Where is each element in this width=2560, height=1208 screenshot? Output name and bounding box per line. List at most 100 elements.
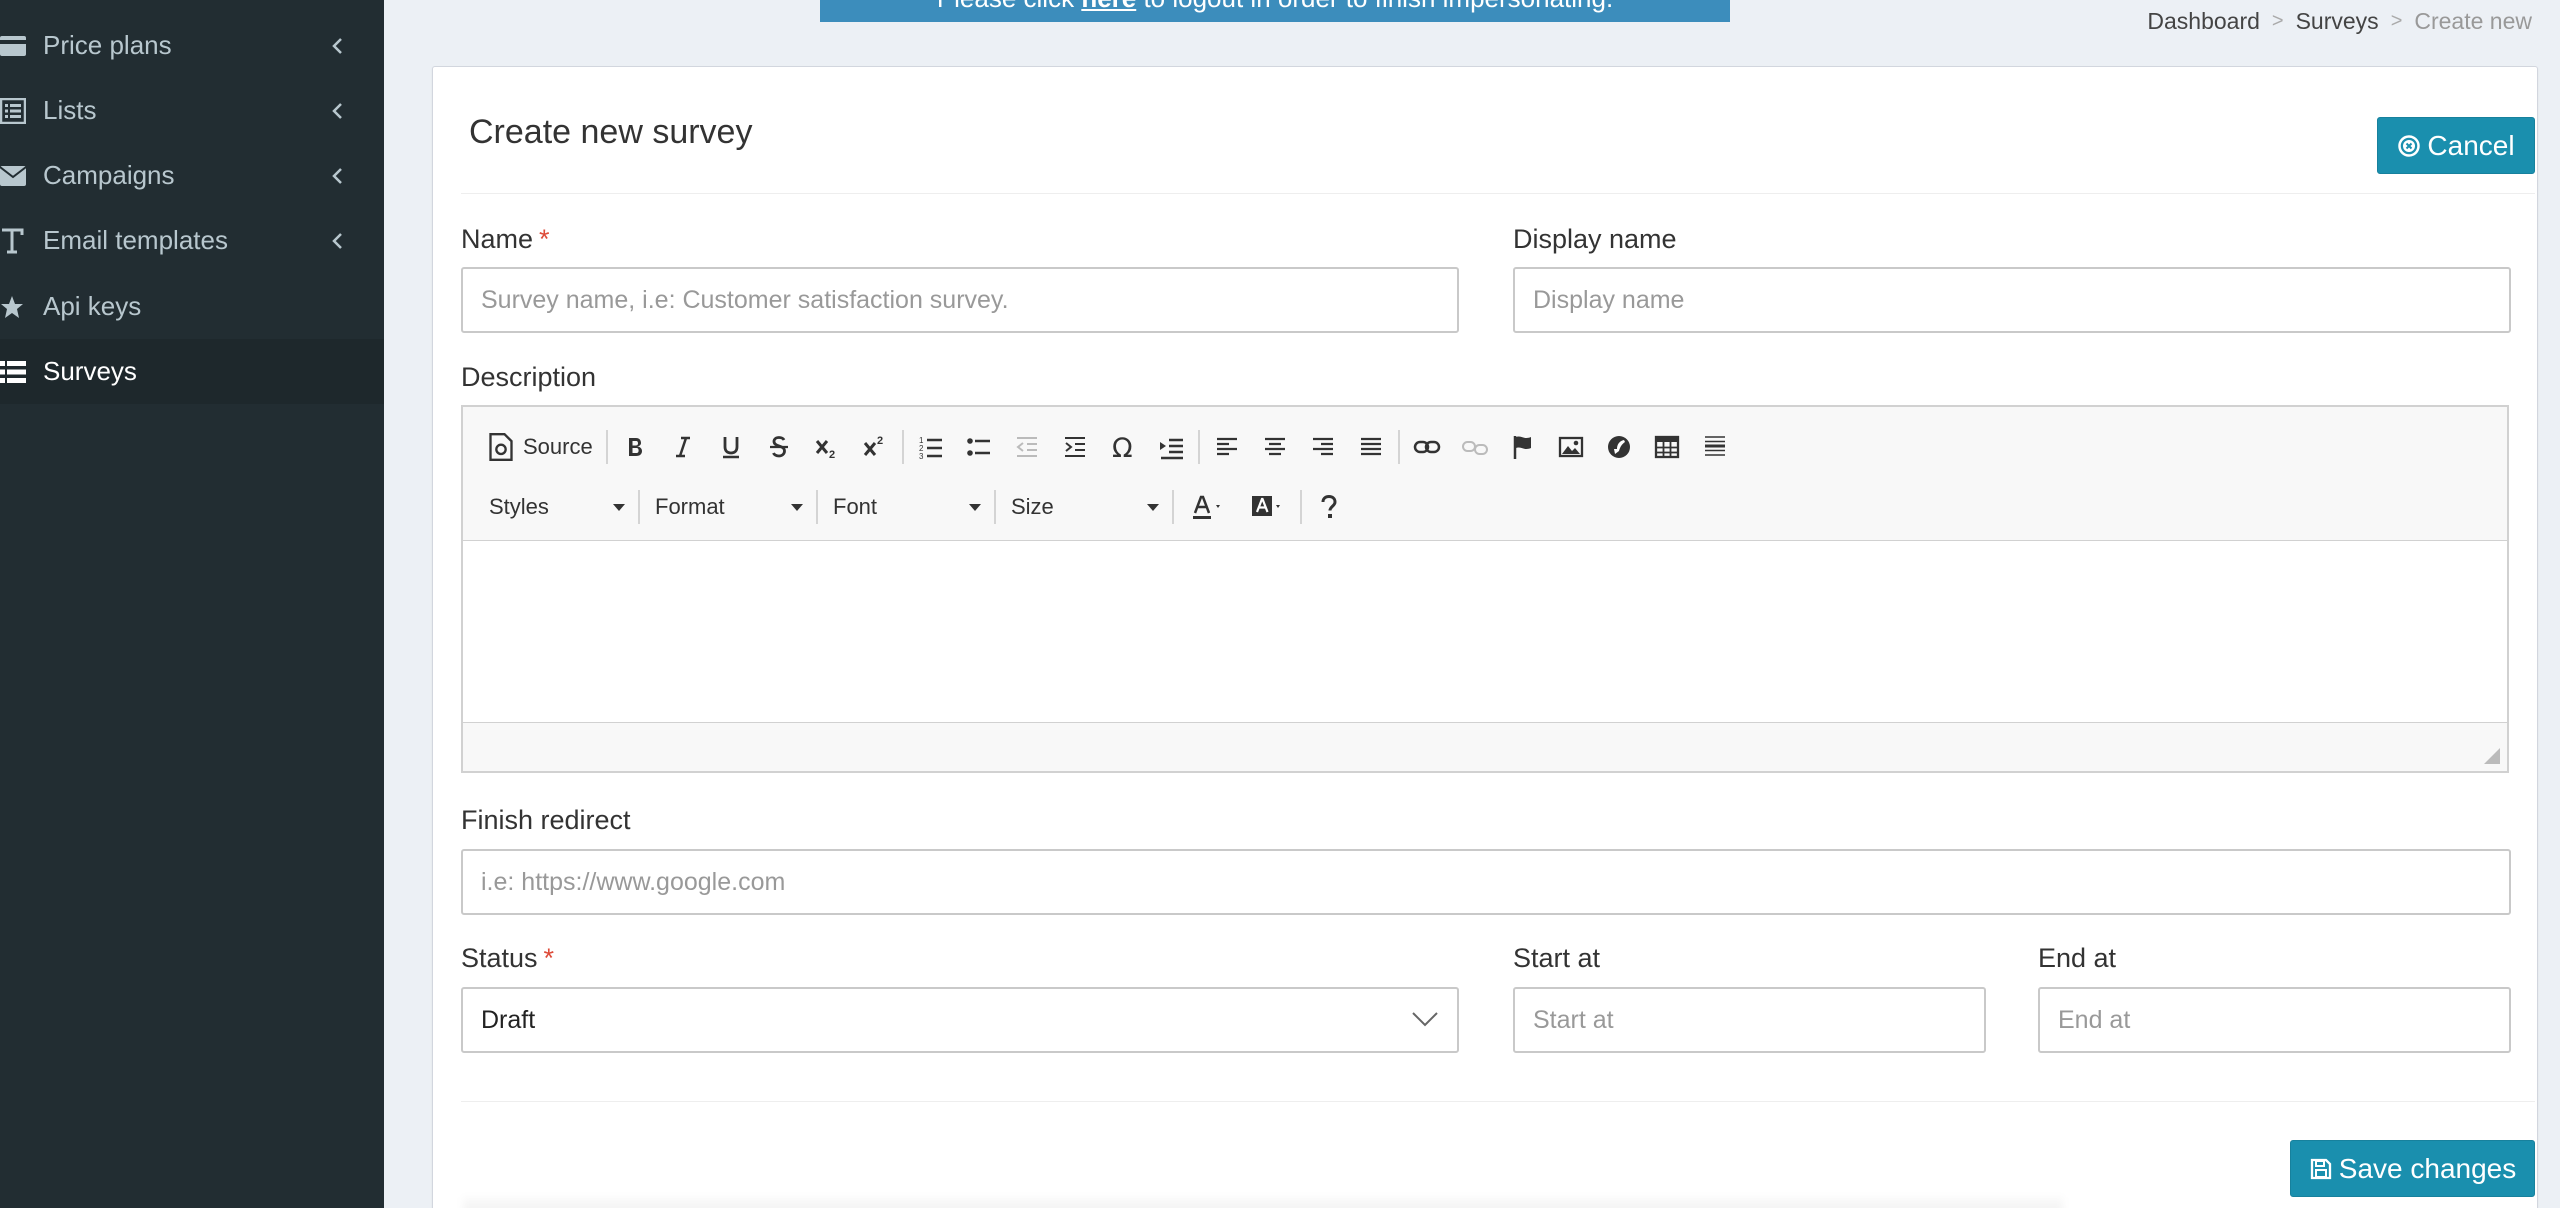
align-right-icon — [1312, 437, 1333, 456]
anchor-button[interactable] — [1499, 425, 1547, 469]
source-icon — [489, 433, 513, 461]
subscript-button[interactable]: 2 — [803, 425, 851, 469]
resize-grip-icon[interactable] — [2483, 747, 2501, 765]
svg-text:2: 2 — [829, 449, 835, 461]
sidebar-item-lists[interactable]: Lists — [0, 78, 384, 143]
status-select[interactable]: Draft — [461, 987, 1459, 1053]
blockquote-icon — [1159, 438, 1183, 460]
horizontal-rule-icon — [1704, 436, 1725, 456]
size-dropdown[interactable]: Size — [999, 485, 1169, 529]
toolbar-separator — [638, 490, 640, 524]
svg-text:Ω: Ω — [1112, 433, 1133, 461]
chevron-left-icon — [332, 167, 342, 184]
source-button[interactable]: Source — [477, 425, 603, 469]
sidebar-item-api-keys[interactable]: Api keys — [0, 274, 384, 339]
bulleted-list-button[interactable] — [955, 425, 1003, 469]
horizontal-line-button[interactable] — [1691, 425, 1739, 469]
sidebar-item-price-plans[interactable]: Price plans — [0, 13, 384, 78]
name-input[interactable]: Survey name, i.e: Customer satisfaction … — [461, 267, 1459, 333]
finish-redirect-input[interactable]: i.e: https://www.google.com — [461, 849, 2511, 915]
breadcrumb-dashboard[interactable]: Dashboard — [2147, 8, 2260, 35]
background-color-button[interactable] — [1237, 485, 1297, 529]
text-color-button[interactable] — [1177, 485, 1237, 529]
flash-icon — [1607, 436, 1630, 458]
description-label: Description — [461, 362, 597, 392]
name-label: Name * — [461, 224, 550, 255]
logout-link[interactable]: here — [1081, 0, 1136, 13]
outdent-icon — [1016, 437, 1037, 457]
toolbar-separator — [994, 490, 996, 524]
flash-button[interactable] — [1595, 425, 1643, 469]
editor-toolbar-row-1: Source 2 2 123 Ω — [477, 423, 1739, 471]
chevron-left-icon — [332, 102, 342, 119]
superscript-button[interactable]: 2 — [851, 425, 899, 469]
editor-content-area[interactable] — [463, 540, 2507, 723]
decrease-indent-button[interactable] — [1003, 425, 1051, 469]
page-title: Create new survey — [469, 113, 753, 151]
impersonation-notice: Please click here to logout in order to … — [820, 0, 1730, 22]
font-dropdown[interactable]: Font — [821, 485, 991, 529]
status-value: Draft — [481, 1005, 536, 1034]
display-name-label: Display name — [1513, 224, 1677, 254]
sidebar-item-campaigns[interactable]: Campaigns — [0, 143, 384, 208]
sidebar-item-email-templates[interactable]: Email templates — [0, 208, 384, 273]
underline-icon — [722, 437, 739, 459]
bulleted-list-icon — [966, 438, 990, 456]
styles-dropdown[interactable]: Styles — [477, 485, 635, 529]
editor-toolbar-row-2: Styles Format Font Size — [477, 483, 1353, 531]
background-color-icon — [1252, 496, 1280, 516]
justify-button[interactable] — [1347, 425, 1395, 469]
table-button[interactable] — [1643, 425, 1691, 469]
strikethrough-button[interactable] — [755, 425, 803, 469]
numbered-list-button[interactable]: 123 — [907, 425, 955, 469]
cancel-button[interactable]: Cancel — [2377, 117, 2535, 174]
link-icon — [1413, 440, 1440, 454]
align-justify-icon — [1360, 437, 1381, 456]
toolbar-separator — [1397, 430, 1400, 464]
bold-button[interactable] — [611, 425, 659, 469]
format-dropdown[interactable]: Format — [643, 485, 813, 529]
bold-icon — [628, 438, 642, 456]
text-icon — [0, 226, 28, 256]
star-icon — [0, 292, 28, 322]
align-right-button[interactable] — [1299, 425, 1347, 469]
chevron-left-icon — [332, 37, 342, 54]
caret-down-icon — [969, 503, 981, 511]
save-changes-button[interactable]: Save changes — [2290, 1140, 2535, 1197]
breadcrumb-surveys[interactable]: Surveys — [2296, 8, 2379, 35]
align-center-button[interactable] — [1251, 425, 1299, 469]
chevron-down-icon — [1412, 1012, 1438, 1027]
underline-button[interactable] — [707, 425, 755, 469]
survey-form-box: Create new survey Cancel Name * Survey na… — [432, 66, 2538, 1208]
notice-text-after: to logout in order to finish impersonati… — [1136, 0, 1613, 13]
numbered-list-icon: 123 — [919, 436, 942, 461]
rich-text-editor: Source 2 2 123 Ω Styles Format Font Size — [461, 405, 2509, 773]
status-label-text: Status — [461, 943, 538, 973]
header-divider — [461, 193, 2535, 194]
required-mark: * — [543, 943, 555, 973]
toolbar-separator — [1197, 430, 1200, 464]
align-left-button[interactable] — [1203, 425, 1251, 469]
breadcrumb: Dashboard > Surveys > Create new — [2147, 8, 2532, 35]
special-character-button[interactable]: Ω — [1099, 425, 1147, 469]
end-at-input[interactable]: End at — [2038, 987, 2511, 1053]
image-button[interactable] — [1547, 425, 1595, 469]
display-name-input[interactable]: Display name — [1513, 267, 2511, 333]
notice-text-before: Please click — [937, 0, 1082, 13]
italic-button[interactable] — [659, 425, 707, 469]
required-mark: * — [539, 224, 550, 254]
toolbar-separator — [1172, 490, 1174, 524]
sidebar-item-surveys[interactable]: Surveys — [0, 339, 384, 404]
cancel-label: Cancel — [2427, 129, 2515, 161]
help-button[interactable] — [1305, 485, 1353, 529]
status-label: Status * — [461, 943, 554, 974]
svg-text:2: 2 — [877, 435, 883, 447]
link-button[interactable] — [1403, 425, 1451, 469]
breadcrumb-current: Create new — [2414, 8, 2532, 34]
caret-down-icon — [1147, 503, 1159, 511]
start-at-input[interactable]: Start at — [1513, 987, 1986, 1053]
increase-indent-button[interactable] — [1051, 425, 1099, 469]
styles-label: Styles — [489, 494, 549, 519]
unlink-button[interactable] — [1451, 425, 1499, 469]
blockquote-button[interactable] — [1147, 425, 1195, 469]
